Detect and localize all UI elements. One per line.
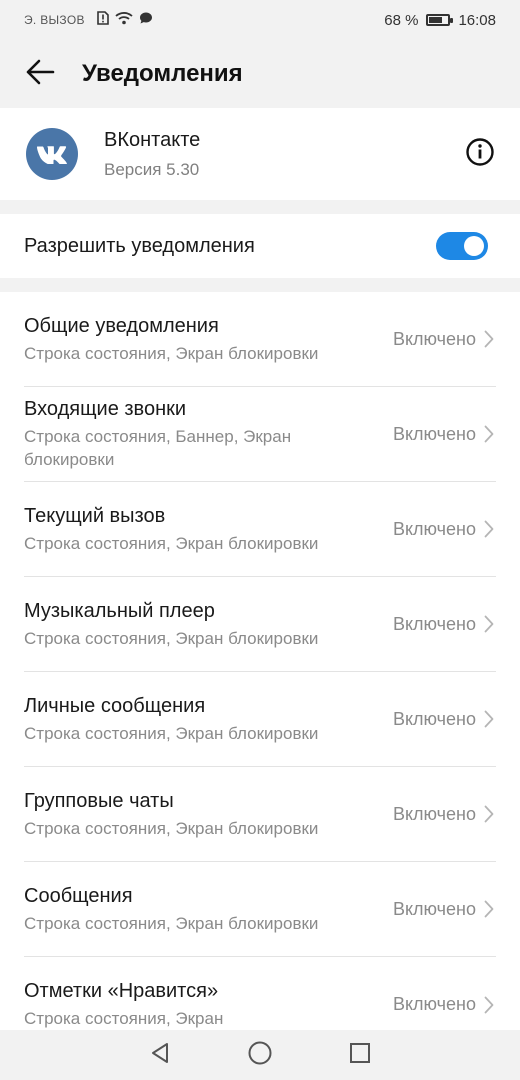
call-indicator: Э. ВЫЗОВ: [24, 13, 85, 27]
channel-status-group: Включено: [393, 329, 496, 350]
channel-title: Общие уведомления: [24, 314, 219, 337]
channel-item[interactable]: Сообщения Строка состояния, Экран блокиро…: [24, 862, 496, 957]
vk-logo-icon: [26, 128, 78, 180]
nav-recents-button[interactable]: [340, 1035, 380, 1075]
channel-status: Включено: [392, 328, 476, 349]
channel-title: Музыкальный плеер: [24, 599, 215, 622]
channel-item[interactable]: Личные сообщения Строка состояния, Экран …: [24, 672, 496, 767]
channel-subtitle: Строка состояния, Баннер, Экран блокиров…: [24, 427, 292, 469]
message-icon: [139, 11, 153, 29]
battery-percent: 68 %: [384, 11, 419, 29]
chevron-right-icon: [482, 424, 496, 444]
channel-status: Включено: [392, 898, 476, 919]
channel-item[interactable]: Входящие звонки Строка состояния, Баннер,…: [24, 387, 496, 482]
channel-status-group: Включено: [393, 804, 496, 825]
nav-back-button[interactable]: [140, 1035, 180, 1075]
status-left: Э. ВЫЗОВ: [24, 11, 153, 29]
nav-home-icon: [247, 1040, 273, 1071]
chevron-right-icon: [482, 614, 496, 634]
chevron-right-icon: [482, 329, 496, 349]
allow-notifications-label: Разрешить уведомления: [24, 234, 255, 257]
channel-text: Отметки «Нравится» Строка состояния, Экра…: [24, 979, 344, 1030]
app-info-button[interactable]: [460, 134, 500, 174]
channel-title: Сообщения: [24, 884, 133, 907]
channel-subtitle: Строка состояния, Экран: [24, 1009, 224, 1028]
channel-status: Включено: [392, 994, 476, 1014]
channel-text: Личные сообщения Строка состояния, Экран …: [24, 694, 344, 745]
channel-status: Включено: [392, 423, 476, 444]
chevron-right-icon: [482, 709, 496, 729]
channel-status-group: Включено: [393, 424, 496, 445]
channel-title: Входящие звонки: [24, 398, 187, 420]
nav-home-button[interactable]: [240, 1035, 280, 1075]
app-card: ВКонтакте Версия 5.30: [0, 108, 520, 200]
page-title: Уведомления: [82, 60, 243, 87]
channel-status-group: Включено: [393, 614, 496, 635]
toggle-knob: [464, 236, 484, 256]
chevron-right-icon: [482, 899, 496, 919]
clock: 16:08: [458, 11, 496, 29]
channel-subtitle: Строка состояния, Экран блокировки: [24, 343, 319, 363]
chevron-right-icon: [482, 519, 496, 539]
channel-subtitle: Строка состояния, Экран блокировки: [24, 913, 319, 933]
battery-icon: [426, 14, 454, 26]
alert-sim-icon: [96, 11, 109, 29]
channel-status: Включено: [392, 803, 476, 824]
arrow-left-icon: [25, 59, 55, 90]
channel-title: Текущий вызов: [24, 504, 166, 527]
channel-text: Музыкальный плеер Строка состояния, Экран…: [24, 599, 344, 650]
status-right: 68 % 16:08: [384, 12, 496, 29]
notification-channel-list: Общие уведомления Строка состояния, Экран…: [0, 292, 520, 1030]
app-text: ВКонтакте Версия 5.30: [104, 129, 460, 180]
channel-status-group: Включено: [393, 899, 496, 920]
channel-status: Включено: [392, 708, 476, 729]
wifi-icon: [115, 11, 133, 29]
status-icons: [96, 11, 153, 29]
channel-item[interactable]: Общие уведомления Строка состояния, Экран…: [24, 292, 496, 387]
app-version: Версия 5.30: [104, 159, 200, 179]
channel-item[interactable]: Групповые чаты Строка состояния, Экран бл…: [24, 767, 496, 862]
channel-subtitle: Строка состояния, Экран блокировки: [24, 628, 319, 648]
channel-text: Общие уведомления Строка состояния, Экран…: [24, 314, 344, 365]
header: Уведомления: [0, 40, 520, 108]
channel-title: Личные сообщения: [24, 694, 206, 717]
chevron-right-icon: [482, 995, 496, 1015]
channel-subtitle: Строка состояния, Экран блокировки: [24, 723, 319, 743]
allow-notifications-toggle[interactable]: [436, 232, 488, 260]
nav-back-icon: [148, 1041, 172, 1070]
chevron-right-icon: [482, 804, 496, 824]
allow-notifications-row: Разрешить уведомления: [0, 214, 520, 278]
channel-status-group: Включено: [393, 994, 496, 1015]
app-name: ВКонтакте: [104, 128, 201, 151]
channel-item[interactable]: Отметки «Нравится» Строка состояния, Экра…: [24, 957, 496, 1030]
info-icon: [465, 137, 495, 172]
channel-subtitle: Строка состояния, Экран блокировки: [24, 818, 319, 838]
navigation-bar: [0, 1030, 520, 1080]
channel-status-group: Включено: [393, 519, 496, 540]
channel-status: Включено: [392, 613, 476, 634]
channel-text: Групповые чаты Строка состояния, Экран бл…: [24, 789, 344, 840]
channel-item[interactable]: Текущий вызов Строка состояния, Экран бло…: [24, 482, 496, 577]
nav-recents-icon: [348, 1041, 372, 1070]
channel-text: Сообщения Строка состояния, Экран блокиро…: [24, 884, 344, 935]
channel-title: Групповые чаты: [24, 789, 174, 812]
back-button[interactable]: [16, 50, 64, 98]
channel-subtitle: Строка состояния, Экран блокировки: [24, 533, 319, 553]
status-bar: Э. ВЫЗОВ 68 % 16:08: [0, 0, 520, 40]
channel-status-group: Включено: [393, 709, 496, 730]
channel-item[interactable]: Музыкальный плеер Строка состояния, Экран…: [24, 577, 496, 672]
channel-text: Текущий вызов Строка состояния, Экран бло…: [24, 504, 344, 555]
channel-title: Отметки «Нравится»: [24, 980, 219, 1002]
channel-text: Входящие звонки Строка состояния, Баннер,…: [24, 397, 344, 471]
channel-status: Включено: [392, 518, 476, 539]
